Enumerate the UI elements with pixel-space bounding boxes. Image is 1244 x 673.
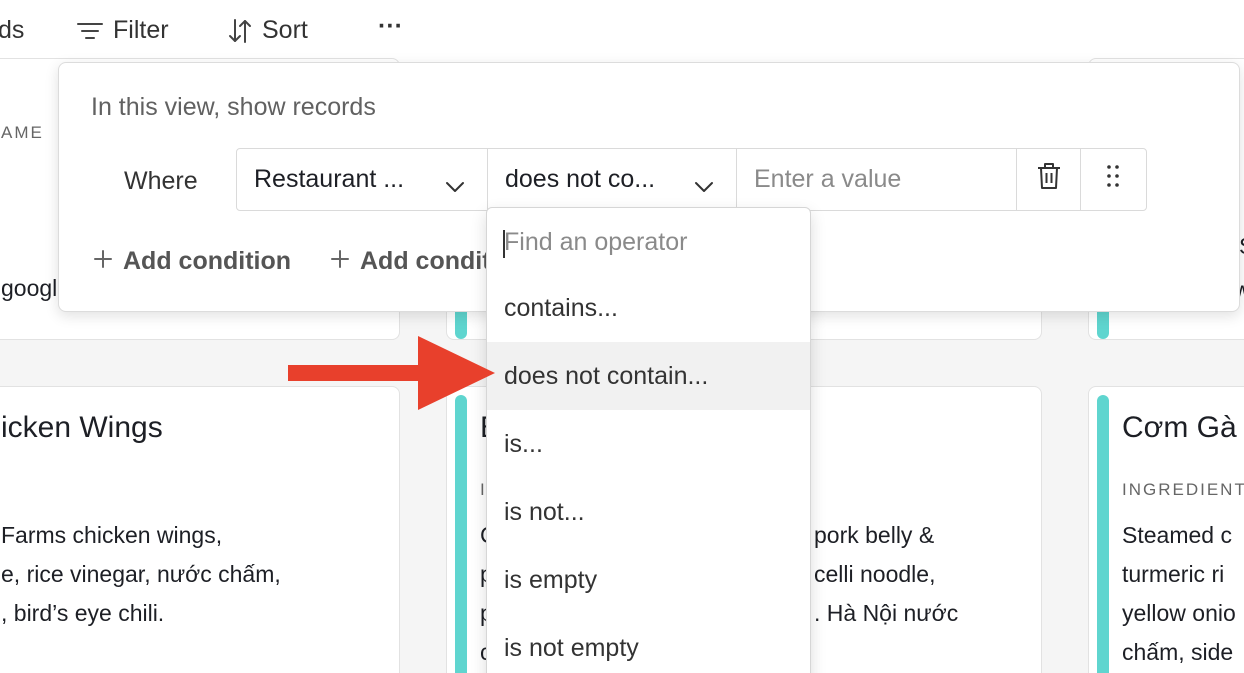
sort-icon (228, 18, 252, 44)
card-text-line: celli noodle, (814, 561, 936, 587)
chevron-down-icon (694, 172, 714, 201)
card-text-line: , bird’s eye chili. (1, 600, 165, 626)
add-condition-group-label: Add condit (360, 247, 491, 275)
operator-option[interactable]: is empty (487, 546, 810, 614)
annotation-arrow (288, 336, 498, 417)
card-title: Cơm Gà (1122, 411, 1237, 444)
card-text-line: turmeric ri (1122, 561, 1225, 587)
record-card[interactable]: icken Wings Farms chicken wings, e, rice… (0, 386, 400, 673)
card-field-label: INGREDIENT (1122, 480, 1244, 499)
drag-handle[interactable] (1081, 149, 1145, 210)
trash-icon (1037, 162, 1061, 197)
more-icon: ··· (378, 12, 403, 40)
operator-select-value: does not co... (505, 165, 656, 193)
drag-handle-icon (1106, 164, 1120, 195)
filter-button[interactable]: Filter (77, 16, 169, 45)
field-select[interactable]: Restaurant ... (237, 149, 488, 210)
toolbar: ds Filter Sort ··· (0, 0, 1244, 62)
card-text-line: pork belly & (814, 522, 935, 548)
where-label: Where (124, 167, 198, 195)
plus-icon (330, 247, 350, 276)
add-condition-button[interactable]: Add condition (93, 247, 291, 276)
delete-condition-button[interactable] (1017, 149, 1081, 210)
operator-option[interactable]: is... (487, 410, 810, 478)
operator-option[interactable]: is not... (487, 478, 810, 546)
operator-dropdown: Find an operator contains... does not co… (486, 207, 811, 673)
operator-select[interactable]: does not co... (488, 149, 737, 210)
operator-search-input[interactable]: Find an operator (504, 228, 687, 257)
fields-button[interactable]: ds (0, 16, 24, 45)
value-input[interactable]: Enter a value (737, 149, 1017, 210)
card-text-line: . Hà Nội nước (814, 600, 959, 626)
card-color-stripe (455, 395, 467, 673)
value-input-placeholder: Enter a value (754, 165, 902, 193)
fields-label: ds (0, 16, 25, 44)
add-condition-group-button[interactable]: Add condit (330, 247, 491, 276)
card-text-line: Farms chicken wings, (1, 522, 223, 548)
card-text-line: chấm, side (1122, 639, 1234, 665)
more-button[interactable]: ··· (378, 12, 403, 41)
operator-option[interactable]: contains... (487, 274, 810, 342)
operator-option-highlighted[interactable]: does not contain... (487, 342, 810, 410)
add-condition-label: Add condition (123, 247, 292, 275)
card-field-value: googl (1, 275, 58, 301)
field-select-value: Restaurant ... (254, 165, 405, 193)
card-text-line: yellow onio (1122, 600, 1236, 626)
filter-popup-title: In this view, show records (91, 93, 376, 121)
sort-label: Sort (262, 16, 308, 44)
card-color-stripe (1097, 395, 1109, 673)
card-text-line: Steamed c (1122, 522, 1232, 548)
sort-button[interactable]: Sort (228, 16, 308, 45)
record-card[interactable]: Cơm Gà INGREDIENT Steamed c turmeric ri … (1088, 386, 1244, 673)
filter-label: Filter (113, 16, 169, 44)
card-text-line: e, rice vinegar, nước chấm, (1, 561, 281, 587)
chevron-down-icon (445, 172, 465, 201)
filter-condition-row: Restaurant ... does not co... Enter a va… (236, 148, 1147, 211)
plus-icon (93, 247, 113, 276)
card-field-label: AME (1, 123, 44, 142)
card-title: icken Wings (1, 411, 163, 444)
operator-option[interactable]: is not empty (487, 614, 810, 673)
filter-icon (77, 21, 103, 41)
